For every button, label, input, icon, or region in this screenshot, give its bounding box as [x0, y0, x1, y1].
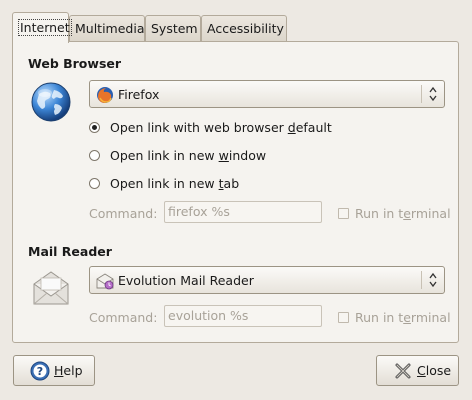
tab-multimedia-label: Multimedia [75, 21, 145, 36]
radio-button[interactable] [89, 178, 100, 189]
help-button[interactable]: ? Help [13, 355, 95, 386]
tab-system-label: System [151, 21, 198, 36]
mail-reader-heading: Mail Reader [28, 244, 112, 259]
updown-arrows-icon [429, 272, 437, 288]
radio-button-checked[interactable] [89, 122, 100, 133]
mail-reader-select[interactable]: Evolution Mail Reader [89, 266, 445, 294]
web-browser-select-value: Firefox [118, 87, 160, 102]
browser-command-label: Command: [89, 206, 158, 221]
tab-accessibility-label: Accessibility [207, 21, 284, 36]
web-browser-select[interactable]: Firefox [89, 80, 445, 108]
mail-envelope-icon [33, 271, 69, 305]
mail-command-input[interactable]: evolution %s [164, 305, 322, 327]
tab-multimedia[interactable]: Multimedia [69, 15, 145, 41]
mail-reader-select-value: Evolution Mail Reader [118, 273, 254, 288]
web-browser-heading: Web Browser [28, 56, 122, 71]
close-button-label: Close [417, 363, 452, 378]
mail-run-in-terminal-checkbox[interactable] [338, 312, 349, 323]
svg-text:?: ? [37, 365, 43, 378]
evolution-icon [96, 273, 114, 290]
combo-separator [421, 271, 422, 289]
help-button-label: Help [54, 363, 83, 378]
browser-command-input[interactable]: firefox %s [164, 201, 322, 223]
tab-accessibility[interactable]: Accessibility [201, 15, 287, 41]
radio-open-default-label: Open link with web browser default [110, 120, 332, 135]
updown-arrows-icon [429, 86, 437, 102]
close-icon [395, 363, 411, 379]
firefox-icon [97, 87, 113, 103]
mail-command-label: Command: [89, 310, 158, 325]
radio-open-new-tab-label: Open link in new tab [110, 176, 240, 191]
tab-panel-internet: Web Browser Firefox Open link with web b… [12, 41, 459, 343]
tab-internet[interactable]: Internet [12, 12, 72, 43]
close-button[interactable]: Close [376, 355, 459, 386]
tab-system[interactable]: System [145, 15, 201, 41]
combo-separator [421, 85, 422, 103]
tab-internet-label: Internet [18, 19, 72, 36]
browser-run-in-terminal-checkbox[interactable] [338, 208, 349, 219]
help-icon: ? [30, 361, 50, 381]
browser-run-in-terminal-label: Run in terminal [355, 206, 451, 221]
globe-icon [31, 82, 71, 122]
radio-button[interactable] [89, 150, 100, 161]
radio-open-new-window-label: Open link in new window [110, 148, 267, 163]
mail-run-in-terminal-label: Run in terminal [355, 310, 451, 325]
